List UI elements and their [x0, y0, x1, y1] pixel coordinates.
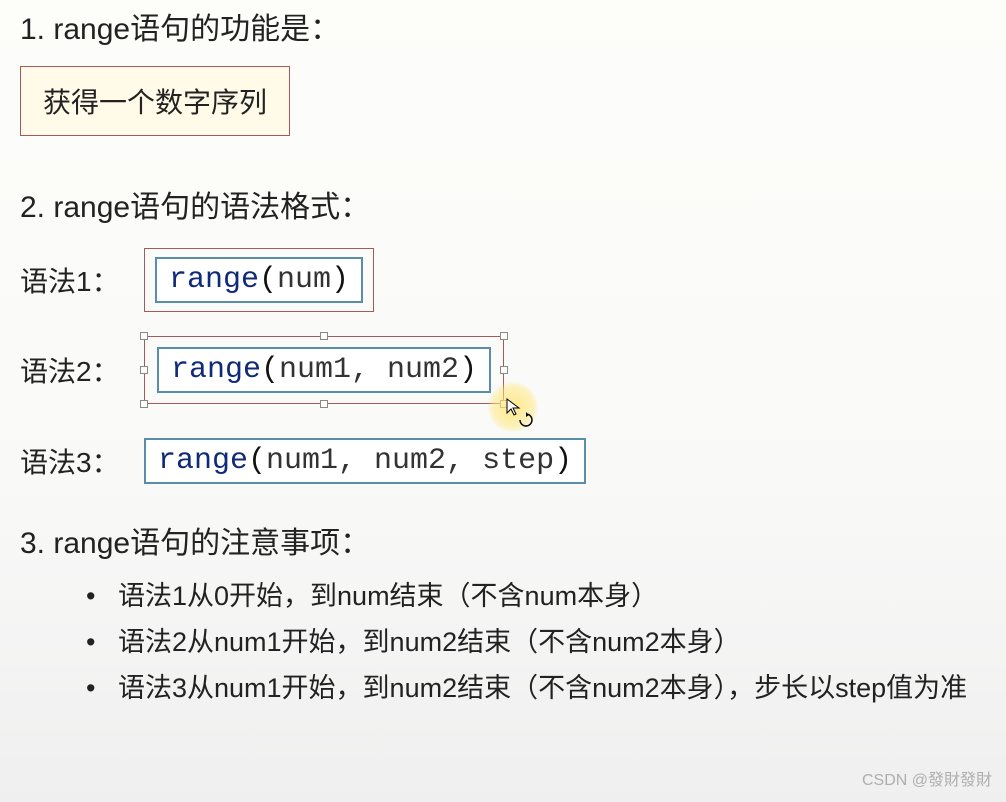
- syntax1-row: 语法1： range(num): [20, 248, 986, 312]
- syntax2-args: num1, num2: [279, 353, 459, 387]
- q1-answer-box: 获得一个数字序列: [20, 66, 290, 136]
- syntax2-code-box: range(num1, num2): [157, 347, 491, 393]
- resize-handle-right-middle[interactable]: [500, 366, 508, 374]
- syntax2-outer-box: range(num1, num2): [144, 336, 504, 404]
- q3-title: 3. range语句的注意事项：: [20, 518, 986, 562]
- note-item-1: 语法1从0开始，到num结束（不含num本身）: [80, 576, 986, 618]
- syntax3-label: 语法3：: [20, 441, 130, 481]
- document-page: 1. range语句的功能是： 获得一个数字序列 2. range语句的语法格式…: [0, 4, 1006, 802]
- note-item-3: 语法3从num1开始，到num2结束（不含num2本身），步长以step值为准: [80, 668, 986, 710]
- syntax3-paren-open: (: [248, 444, 266, 478]
- syntax2-keyword: range: [171, 353, 261, 387]
- resize-handle-top-left[interactable]: [140, 332, 148, 340]
- syntax1-paren-open: (: [259, 263, 277, 297]
- syntax3-paren-close: ): [554, 444, 572, 478]
- q2-title: 2. range语句的语法格式：: [20, 182, 986, 226]
- syntax3-args: num1, num2, step: [266, 444, 554, 478]
- syntax1-paren-close: ): [331, 263, 349, 297]
- resize-handle-bottom-middle[interactable]: [320, 400, 328, 408]
- notes-list: 语法1从0开始，到num结束（不含num本身） 语法2从num1开始，到num2…: [20, 576, 986, 710]
- syntax2-paren-close: ): [459, 353, 477, 387]
- syntax2-paren-open: (: [261, 353, 279, 387]
- resize-handle-left-middle[interactable]: [140, 366, 148, 374]
- syntax2-label: 语法2：: [20, 350, 130, 390]
- syntax3-row: 语法3： range(num1, num2, step): [20, 438, 986, 484]
- syntax1-keyword: range: [169, 263, 259, 297]
- q1-title: 1. range语句的功能是：: [20, 4, 986, 48]
- syntax2-row: 语法2： range(num1, num2): [20, 336, 986, 404]
- resize-handle-top-middle[interactable]: [320, 332, 328, 340]
- syntax1-label: 语法1：: [20, 260, 130, 300]
- syntax3-code-box: range(num1, num2, step): [144, 438, 586, 484]
- syntax1-args: num: [277, 263, 331, 297]
- rotate-cursor-icon: [518, 412, 534, 428]
- resize-handle-top-right[interactable]: [500, 332, 508, 340]
- syntax1-code-box: range(num): [155, 257, 363, 303]
- syntax2-selected-object[interactable]: range(num1, num2): [144, 336, 504, 404]
- watermark-text: CSDN @發財發財: [862, 766, 992, 790]
- syntax1-outer-box: range(num): [144, 248, 374, 312]
- syntax3-keyword: range: [158, 444, 248, 478]
- resize-handle-bottom-left[interactable]: [140, 400, 148, 408]
- note-item-2: 语法2从num1开始，到num2结束（不含num2本身）: [80, 622, 986, 664]
- cursor-icon: [506, 398, 532, 424]
